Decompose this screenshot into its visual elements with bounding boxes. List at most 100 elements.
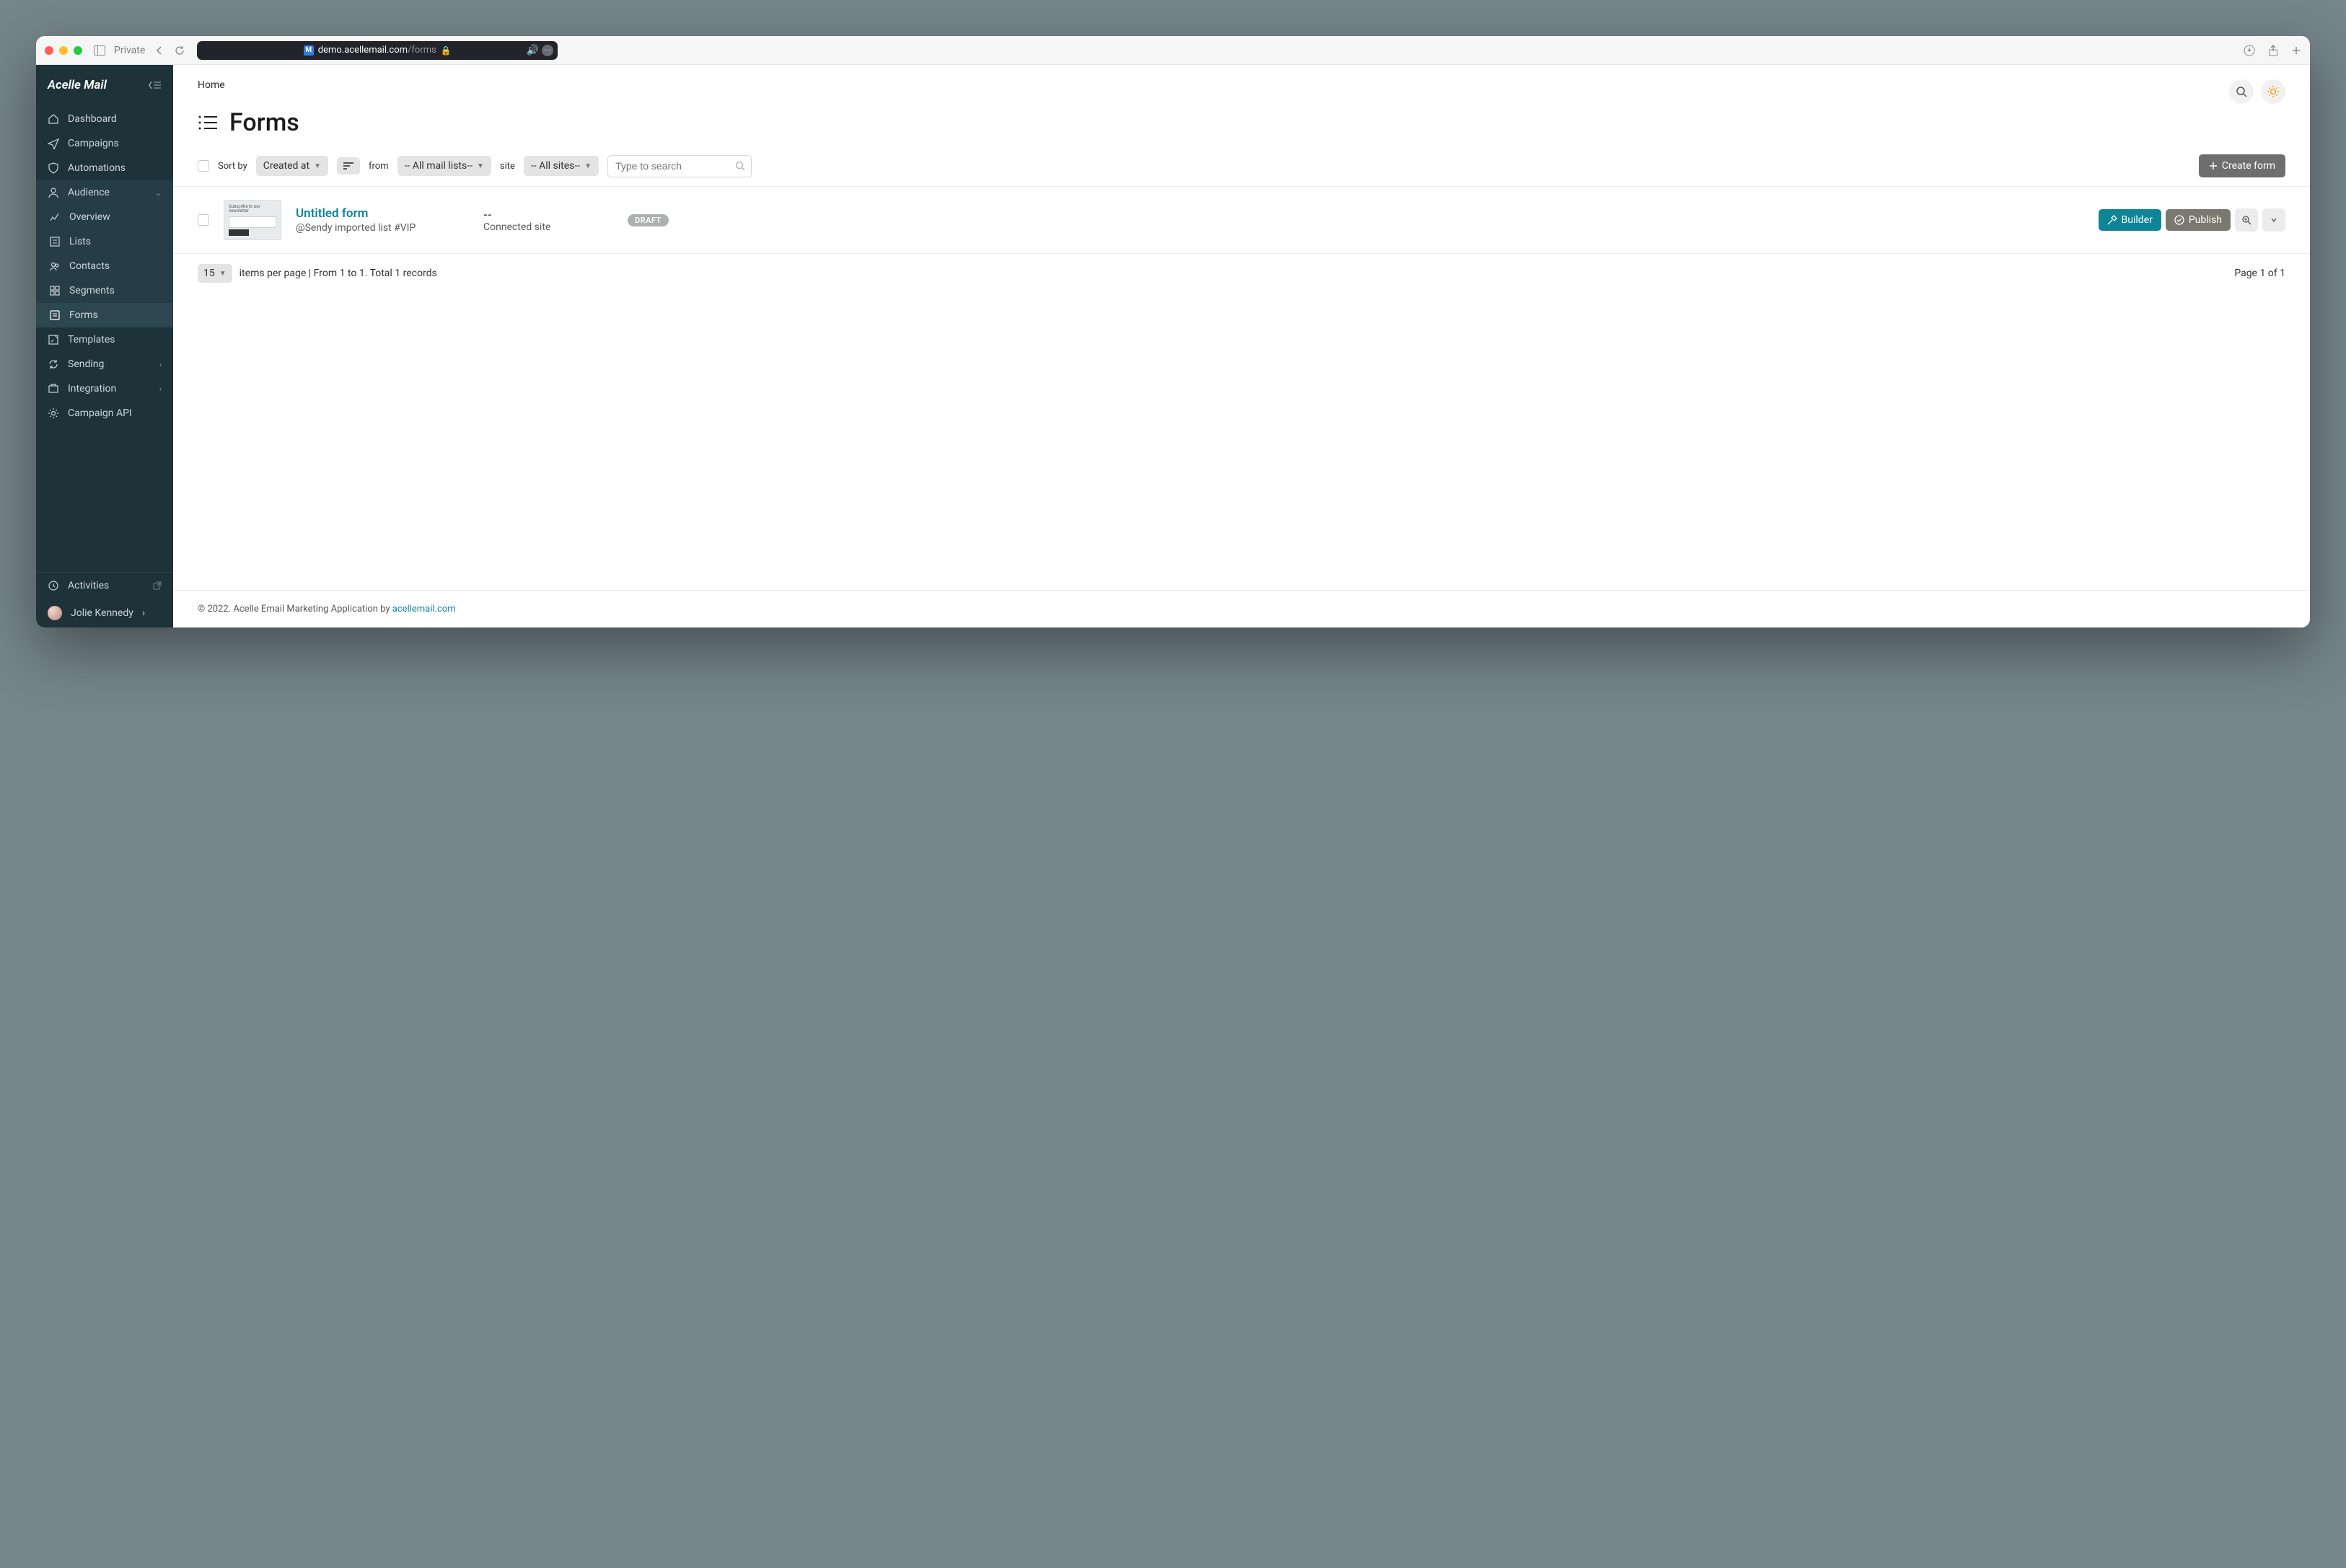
clock-icon: [48, 580, 59, 591]
nav-campaigns[interactable]: Campaigns: [36, 131, 173, 156]
tools-icon: [2107, 215, 2117, 225]
sidebar-toggle-icon[interactable]: [94, 45, 105, 56]
nav-audience[interactable]: Audience⌄: [36, 180, 173, 205]
search-input[interactable]: [607, 155, 752, 177]
sync-icon: [48, 358, 59, 370]
per-page-dropdown[interactable]: 15▼: [198, 264, 232, 283]
maillist-dropdown[interactable]: -- All mail lists--▼: [397, 156, 491, 176]
zoom-button[interactable]: [2235, 208, 2258, 232]
external-link-icon: [153, 581, 162, 590]
nav-lists[interactable]: Lists: [36, 229, 173, 254]
form-title-link[interactable]: Untitled form: [296, 206, 368, 221]
sort-label: Sort by: [218, 161, 247, 172]
back-button[interactable]: [154, 45, 165, 56]
pager: 15▼ items per page | From 1 to 1. Total …: [173, 254, 2310, 293]
search-button[interactable]: [2229, 79, 2254, 104]
row-menu-button[interactable]: [2262, 208, 2285, 232]
browser-window: Private M demo.acellemail.com/forms 🔒 🔊 …: [36, 36, 2310, 627]
url-bar[interactable]: M demo.acellemail.com/forms 🔒 🔊 ⋯: [197, 41, 558, 60]
reload-button[interactable]: [174, 45, 185, 56]
sidebar: Acelle Mail Dashboard Campaigns Automati…: [36, 65, 173, 627]
caret-down-icon: ▼: [314, 162, 321, 170]
footer-link[interactable]: acellemail.com: [392, 604, 456, 615]
chevron-right-icon: ›: [159, 384, 162, 394]
nav-campaign-api[interactable]: Campaign API: [36, 401, 173, 426]
titlebar: Private M demo.acellemail.com/forms 🔒 🔊 …: [36, 36, 2310, 65]
search-icon: [735, 161, 745, 171]
pager-summary: items per page | From 1 to 1. Total 1 re…: [240, 268, 437, 279]
segments-icon: [49, 285, 61, 296]
nav-segments[interactable]: Segments: [36, 278, 173, 303]
new-tab-icon[interactable]: [2291, 45, 2301, 56]
footer: © 2022. Acelle Email Marketing Applicati…: [173, 590, 2310, 627]
contacts-icon: [49, 260, 61, 272]
nav-dashboard[interactable]: Dashboard: [36, 107, 173, 131]
select-all-checkbox[interactable]: [198, 160, 209, 172]
nav-integration[interactable]: Integration›: [36, 376, 173, 401]
form-subtitle: @Sendy imported list #VIP: [296, 222, 469, 234]
caret-down-icon: ▼: [219, 270, 227, 278]
page-indicator: Page 1 of 1: [2234, 268, 2285, 279]
nav-user[interactable]: Jolie Kennedy›: [36, 599, 173, 627]
caret-down-icon: ▼: [477, 162, 484, 170]
nav-forms[interactable]: Forms: [36, 303, 173, 327]
downloads-icon[interactable]: [2244, 45, 2255, 56]
url-host: demo.acellemail.com: [318, 45, 408, 56]
gear-icon: [48, 408, 59, 419]
close-window-button[interactable]: [45, 46, 53, 55]
page-menu-icon[interactable]: ⋯: [542, 45, 553, 56]
connected-site-value: --: [483, 208, 613, 221]
chart-icon: [49, 211, 61, 223]
nav-overview[interactable]: Overview: [36, 205, 173, 229]
nav-automations[interactable]: Automations: [36, 156, 173, 180]
row-checkbox[interactable]: [198, 214, 209, 226]
breadcrumb[interactable]: Home: [198, 79, 225, 91]
chevron-right-icon: ›: [142, 607, 145, 619]
sort-dropdown[interactable]: Created at▼: [256, 156, 328, 176]
check-circle-icon: [2174, 215, 2184, 225]
form-icon: [49, 309, 61, 321]
site-favicon: M: [304, 45, 314, 56]
builder-button[interactable]: Builder: [2099, 209, 2161, 231]
create-form-button[interactable]: Create form: [2199, 154, 2285, 177]
plus-icon: [2209, 162, 2218, 170]
caret-down-icon: ▼: [584, 162, 592, 170]
share-icon[interactable]: [2268, 45, 2278, 56]
list-toolbar: Sort by Created at▼ from -- All mail lis…: [173, 154, 2310, 187]
audio-icon[interactable]: 🔊: [527, 45, 539, 56]
site-label: site: [500, 161, 515, 172]
avatar: [48, 606, 62, 620]
list-icon: [198, 114, 218, 131]
nav-sending[interactable]: Sending›: [36, 352, 173, 376]
form-thumbnail[interactable]: Subscribe to ournewsletter: [224, 200, 281, 240]
traffic-lights: [45, 46, 82, 55]
site-dropdown[interactable]: -- All sites--▼: [524, 156, 599, 176]
url-path: /forms: [408, 45, 436, 56]
private-label: Private: [114, 45, 145, 56]
minimize-window-button[interactable]: [59, 46, 68, 55]
nav-activities[interactable]: Activities: [36, 573, 173, 599]
templates-icon: [48, 334, 59, 345]
form-row: Subscribe to ournewsletter Untitled form…: [173, 187, 2310, 254]
chevron-down-icon: ⌄: [155, 188, 162, 198]
content: Home Forms Sort by: [173, 65, 2310, 627]
chevron-right-icon: ›: [159, 360, 162, 369]
from-label: from: [369, 161, 389, 172]
integration-icon: [48, 383, 59, 395]
users-icon: [48, 187, 59, 198]
status-badge: DRAFT: [628, 214, 669, 226]
connected-site-label: Connected site: [483, 221, 613, 233]
lock-icon: 🔒: [441, 45, 452, 56]
shield-icon: [48, 162, 59, 174]
list-icon: [49, 236, 61, 247]
collapse-sidebar-icon[interactable]: [149, 80, 162, 90]
home-icon: [48, 113, 59, 125]
theme-toggle-button[interactable]: [2261, 79, 2285, 104]
search-field[interactable]: [615, 160, 729, 172]
brand-logo: Acelle Mail: [48, 78, 107, 92]
sort-direction-button[interactable]: [337, 157, 360, 175]
nav-templates[interactable]: Templates: [36, 327, 173, 352]
maximize-window-button[interactable]: [74, 46, 82, 55]
nav-contacts[interactable]: Contacts: [36, 254, 173, 278]
publish-button[interactable]: Publish: [2166, 209, 2231, 231]
